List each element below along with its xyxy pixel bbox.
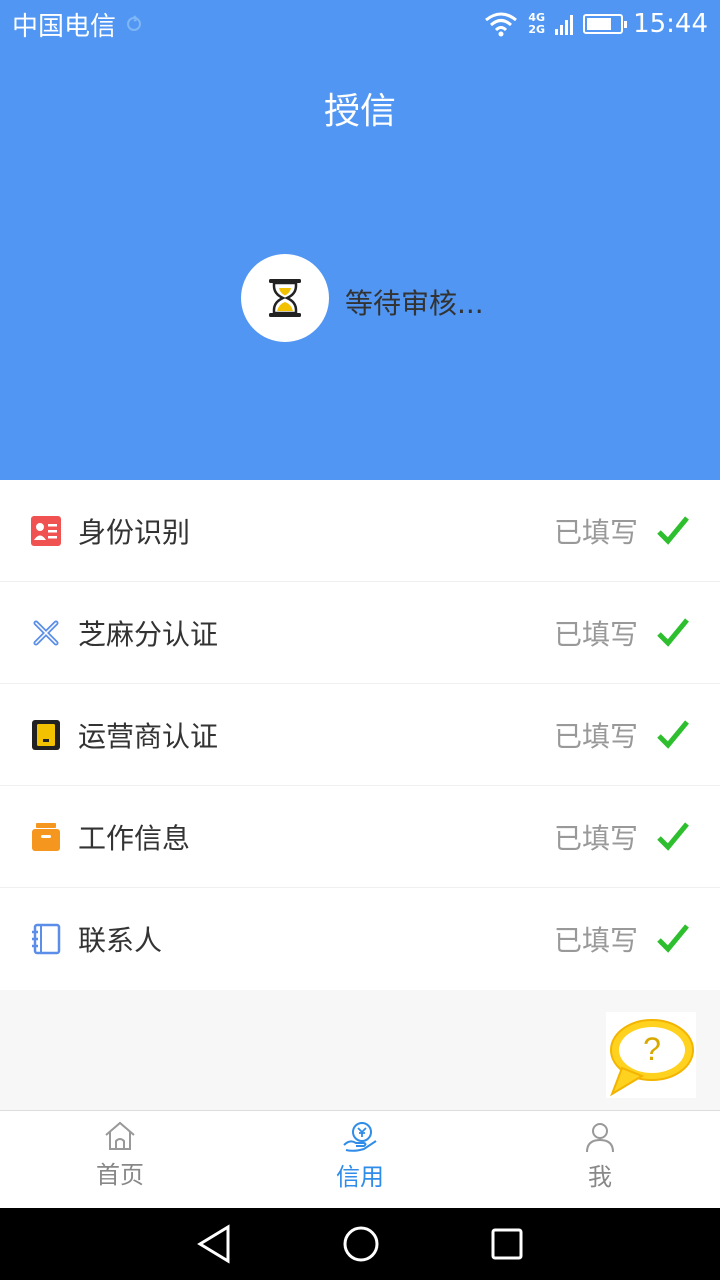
list-item-work-info[interactable]: 工作信息 已填写: [0, 786, 720, 888]
wifi-icon: [485, 12, 518, 37]
tab-credit[interactable]: 信用: [240, 1111, 480, 1209]
id-card-icon: [31, 516, 61, 546]
tab-me[interactable]: 我: [480, 1111, 720, 1209]
person-icon: [586, 1123, 614, 1153]
list-item-contacts[interactable]: 联系人 已填写: [0, 888, 720, 990]
sesame-icon: [33, 620, 59, 646]
tab-label: 首页: [96, 1161, 144, 1189]
item-state: 已填写: [553, 617, 638, 651]
review-status-text: 等待审核...: [345, 287, 484, 320]
tab-label: 我: [588, 1163, 612, 1191]
list-item-sesame[interactable]: 芝麻分认证 已填写: [0, 582, 720, 684]
phone-icon: [32, 720, 60, 750]
home-icon: [105, 1121, 135, 1150]
item-state: 已填写: [553, 515, 638, 549]
clock: 15:44: [633, 9, 708, 39]
list-item-carrier[interactable]: 运营商认证 已填写: [0, 684, 720, 786]
signal-icon: [555, 13, 574, 35]
page-title: 授信: [323, 91, 396, 132]
credit-items-list: 身份识别 已填写 芝麻分认证 已填写 运营商认证 已填写 工作信息 已填写 联系…: [0, 480, 720, 990]
help-button[interactable]: ?: [606, 1012, 696, 1098]
item-label: 运营商认证: [78, 719, 219, 753]
item-label: 芝麻分认证: [78, 617, 219, 651]
help-bubble-icon: ?: [610, 1019, 694, 1097]
header: 授信 等待审核...: [0, 0, 720, 480]
carrier-name: 中国电信: [12, 11, 117, 42]
hourglass-badge: [241, 254, 329, 342]
credit-icon: [343, 1122, 377, 1152]
check-icon: [657, 720, 689, 749]
status-bar: 中国电信 4G 2G 15:44: [0, 0, 720, 48]
network-type: 4G 2G: [528, 11, 546, 36]
item-label: 身份识别: [78, 515, 191, 549]
item-label: 工作信息: [78, 821, 191, 855]
home-circle-icon[interactable]: [342, 1225, 380, 1263]
tab-label: 信用: [336, 1163, 384, 1191]
address-book-icon: [32, 923, 61, 955]
item-state: 已填写: [553, 924, 638, 957]
tab-home[interactable]: 首页: [0, 1111, 240, 1209]
item-state: 已填写: [553, 719, 638, 753]
hourglass-icon: [269, 279, 301, 317]
check-icon: [657, 516, 689, 545]
item-label: 联系人: [78, 924, 163, 957]
briefcase-icon: [32, 823, 60, 851]
back-icon[interactable]: [196, 1224, 232, 1264]
check-icon: [657, 618, 689, 647]
item-state: 已填写: [553, 821, 638, 855]
battery-icon: [583, 14, 628, 34]
check-icon: [657, 924, 689, 953]
check-icon: [657, 822, 689, 851]
list-item-identity[interactable]: 身份识别 已填写: [0, 480, 720, 582]
recents-icon[interactable]: [490, 1227, 524, 1261]
svg-text:?: ?: [643, 1031, 661, 1067]
system-nav-bar: [0, 1208, 720, 1280]
sync-icon: [127, 15, 142, 31]
bottom-tab-bar: 首页 信用 我: [0, 1110, 720, 1209]
